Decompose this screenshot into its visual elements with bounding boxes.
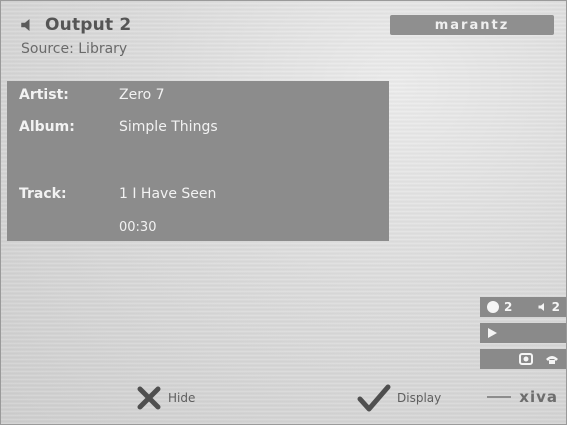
now-playing-panel: Artist: Zero 7 Album: Simple Things Trac… xyxy=(7,81,389,241)
hide-button[interactable]: Hide xyxy=(136,385,195,411)
zone-a-number: 2 xyxy=(504,300,513,314)
checkmark-icon xyxy=(357,384,391,412)
source-label: Source: Library xyxy=(21,41,128,57)
artist-label: Artist: xyxy=(19,87,69,103)
play-icon xyxy=(488,328,497,338)
xiva-line xyxy=(487,396,512,398)
camera-icon[interactable] xyxy=(518,351,534,367)
zone-circle-icon xyxy=(487,301,499,313)
phone-icon[interactable] xyxy=(544,351,560,367)
zone-b[interactable]: 2 xyxy=(537,300,560,314)
artist-value: Zero 7 xyxy=(119,87,165,103)
header-title: Output 2 xyxy=(19,15,131,35)
speaker-small-icon xyxy=(538,303,544,311)
speaker-icon xyxy=(21,19,30,31)
track-row: Track: 1 I Have Seen xyxy=(19,186,216,202)
xiva-logo: xiva xyxy=(487,388,558,406)
display-button[interactable]: Display xyxy=(357,383,441,413)
screen: Output 2 Source: Library marantz Artist:… xyxy=(0,0,567,425)
album-value: Simple Things xyxy=(119,119,218,135)
album-label: Album: xyxy=(19,119,75,135)
display-label: Display xyxy=(397,391,442,405)
track-time-value: 00:30 xyxy=(119,220,157,235)
marantz-logo-text: marantz xyxy=(434,17,510,33)
zone-b-number: 2 xyxy=(551,300,560,314)
xiva-text: xiva xyxy=(519,388,558,406)
track-label: Track: xyxy=(19,186,67,202)
side-controls: 2 2 xyxy=(480,297,566,369)
marantz-logo: marantz xyxy=(390,15,554,35)
track-value: 1 I Have Seen xyxy=(119,186,217,202)
play-bar[interactable] xyxy=(480,323,566,343)
artist-row: Artist: Zero 7 xyxy=(19,87,165,103)
hide-label: Hide xyxy=(168,391,196,405)
x-icon xyxy=(137,386,161,410)
output-title: Output 2 xyxy=(45,15,132,35)
options-bar[interactable] xyxy=(480,349,566,369)
zone-a[interactable]: 2 xyxy=(486,300,512,314)
track-time: 00:30 xyxy=(119,220,156,235)
zone-bar[interactable]: 2 2 xyxy=(480,297,566,317)
album-row: Album: Simple Things xyxy=(19,119,218,135)
